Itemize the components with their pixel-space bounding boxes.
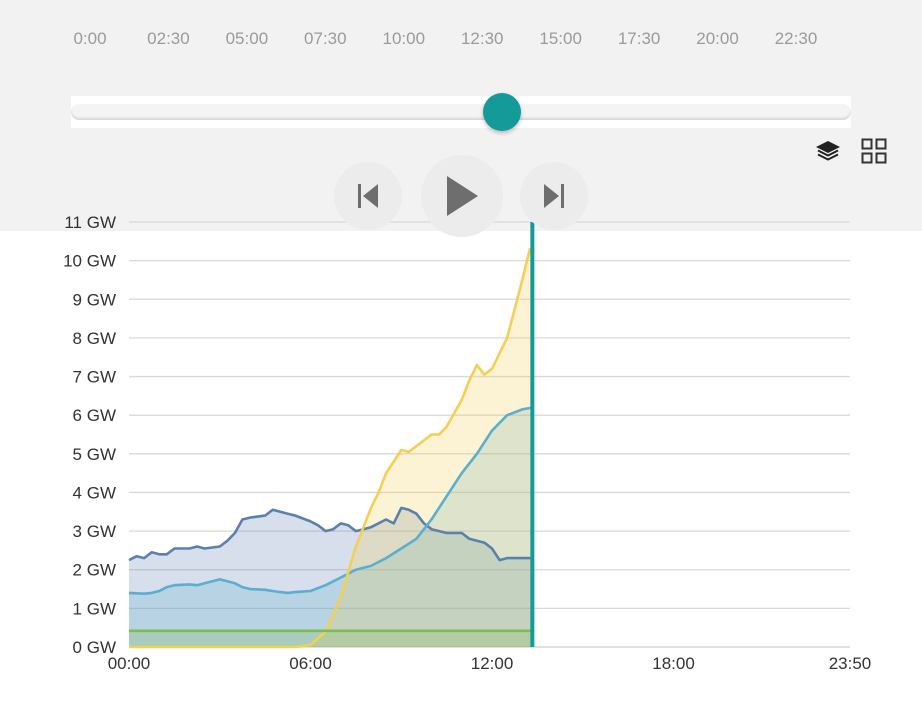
x-tick-label: 18:00 — [652, 654, 695, 673]
previous-button[interactable] — [334, 162, 402, 230]
next-button[interactable] — [520, 162, 588, 230]
play-button[interactable] — [421, 155, 503, 237]
chart-areas — [129, 249, 533, 647]
y-tick-label: 7 GW — [73, 368, 116, 387]
timeline-label: 07:30 — [304, 29, 347, 48]
play-icon — [447, 176, 478, 216]
layers-icon — [816, 141, 840, 161]
x-axis-ticks: 00:00 06:00 12:00 18:00 23:50 — [108, 654, 872, 673]
y-tick-label: 9 GW — [73, 290, 116, 309]
timeline-label: 10:00 — [382, 29, 426, 48]
y-tick-label: 10 GW — [63, 252, 116, 271]
timeline-label: 0:00 — [73, 29, 107, 48]
timeline-label: 17:30 — [617, 29, 661, 48]
y-tick-label: 4 GW — [73, 483, 116, 502]
generation-chart: 0 GW1 GW2 GW3 GW4 GW5 GW6 GW7 GW8 GW9 GW… — [63, 213, 872, 673]
x-tick-label: 23:50 — [829, 654, 872, 673]
x-tick-label: 12:00 — [471, 654, 514, 673]
timeline-labels: 0:00 02:30 05:00 07:30 10:00 12:30 15:00 17:30 2… — [0, 29, 922, 51]
skip-back-icon — [358, 184, 378, 208]
timeline-label: 12:30 — [460, 29, 504, 48]
y-tick-label: 11 GW — [64, 213, 116, 232]
y-tick-label: 6 GW — [73, 406, 116, 425]
x-tick-label: 06:00 — [289, 654, 332, 673]
series-area — [129, 630, 533, 647]
layers-button[interactable] — [812, 137, 844, 165]
timeline-slider-rail[interactable] — [71, 104, 851, 120]
x-tick-label: 00:00 — [108, 654, 151, 673]
y-tick-label: 1 GW — [73, 599, 116, 618]
y-tick-label: 5 GW — [73, 445, 116, 464]
grid-view-button[interactable] — [858, 136, 890, 166]
y-tick-label: 8 GW — [73, 329, 116, 348]
y-tick-label: 2 GW — [73, 561, 116, 580]
timeline-slider-thumb[interactable] — [483, 93, 522, 131]
timeline-label: 02:30 — [147, 29, 190, 48]
timeline-label: 22:30 — [774, 29, 818, 48]
y-axis-ticks: 0 GW1 GW2 GW3 GW4 GW5 GW6 GW7 GW8 GW9 GW… — [63, 213, 116, 657]
y-tick-label: 3 GW — [73, 522, 116, 541]
grid-icon — [861, 138, 887, 164]
skip-forward-icon — [544, 184, 564, 208]
timeline-label: 05:00 — [225, 29, 269, 48]
timeline-label: 15:00 — [539, 29, 582, 48]
timeline-label: 20:00 — [696, 29, 739, 48]
